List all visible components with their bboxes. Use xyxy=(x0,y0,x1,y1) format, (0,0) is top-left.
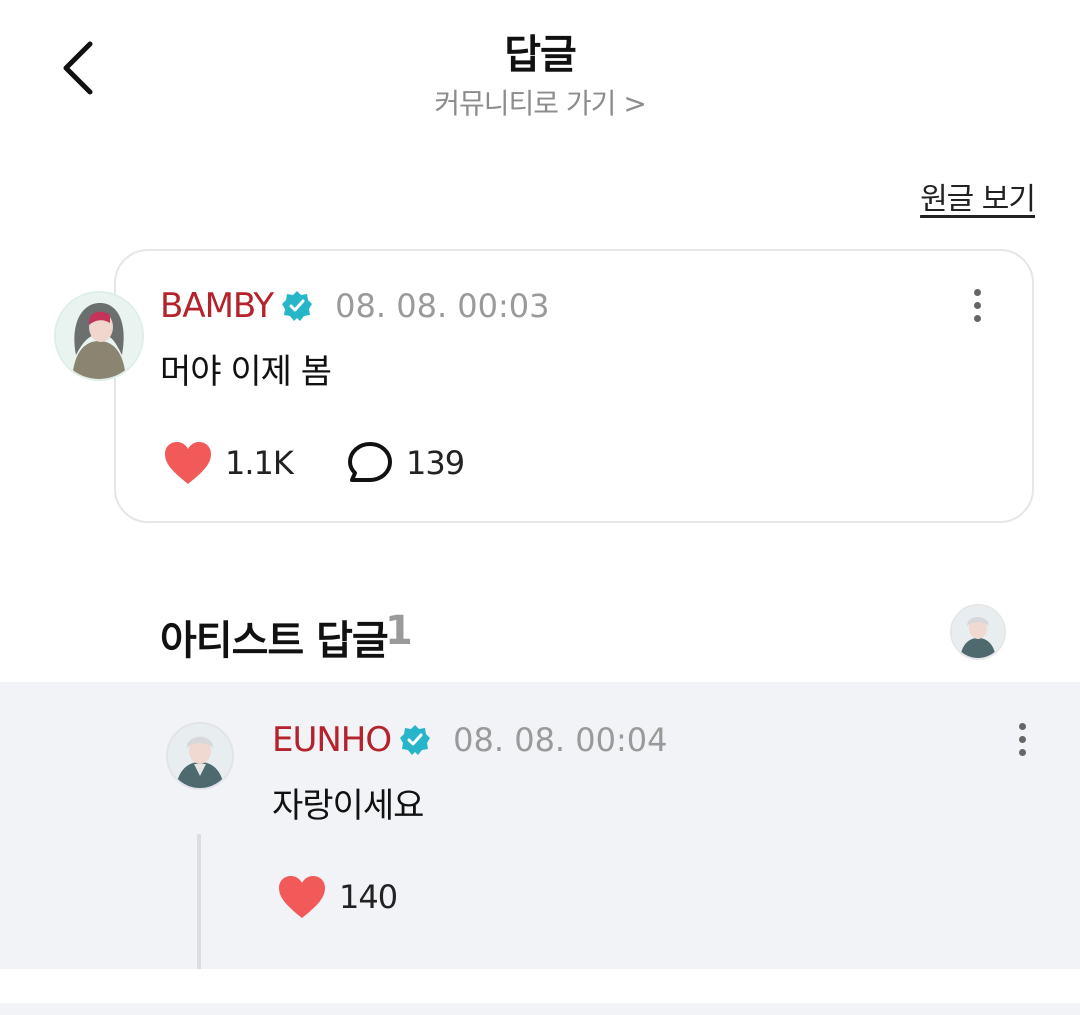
post-more-options-button[interactable] xyxy=(962,280,992,330)
post-comment-count: 139 xyxy=(406,444,465,482)
heart-icon xyxy=(165,442,211,484)
header: 답글 커뮤니티로 가기 > xyxy=(0,0,1080,140)
reply-author-line: EUNHO 08. 08. 00:04 xyxy=(272,720,667,760)
bottom-divider xyxy=(0,1003,1080,1015)
reply-more-options-button[interactable] xyxy=(1007,714,1037,764)
post-text: 머야 이제 봄 xyxy=(160,352,332,392)
reply-author-name[interactable]: EUNHO xyxy=(272,720,392,760)
post-timestamp: 08. 08. 00:03 xyxy=(335,287,550,325)
avatar[interactable] xyxy=(166,722,234,790)
post-author-line: BAMBY 08. 08. 00:03 xyxy=(160,286,550,326)
reply-like-count: 140 xyxy=(339,878,398,916)
verified-badge-icon xyxy=(282,291,313,321)
artist-replies-count: 1 xyxy=(385,608,413,654)
post-like-count: 1.1K xyxy=(225,444,294,482)
view-original-link[interactable]: 원글 보기 xyxy=(920,174,1036,218)
page-title: 답글 xyxy=(504,32,577,78)
reply-timestamp: 08. 08. 00:04 xyxy=(453,721,668,759)
post-comment-button[interactable]: 139 xyxy=(346,440,465,486)
more-options-icon xyxy=(973,288,981,296)
post-author-name[interactable]: BAMBY xyxy=(160,286,274,326)
thread-line xyxy=(197,834,201,969)
verified-badge-icon xyxy=(400,725,431,755)
artist-replies-heading: 아티스트 답글 xyxy=(160,618,389,664)
more-options-icon xyxy=(1018,722,1026,730)
artist-avatar[interactable] xyxy=(950,604,1006,660)
comment-bubble-icon xyxy=(348,442,392,482)
go-to-community-link[interactable]: 커뮤니티로 가기 > xyxy=(0,82,1080,122)
reply-text: 자랑이세요 xyxy=(272,786,424,826)
post-like-button[interactable]: 1.1K xyxy=(163,440,294,486)
avatar[interactable] xyxy=(54,291,144,381)
heart-icon xyxy=(279,876,325,918)
reply-like-button[interactable]: 140 xyxy=(277,874,398,920)
